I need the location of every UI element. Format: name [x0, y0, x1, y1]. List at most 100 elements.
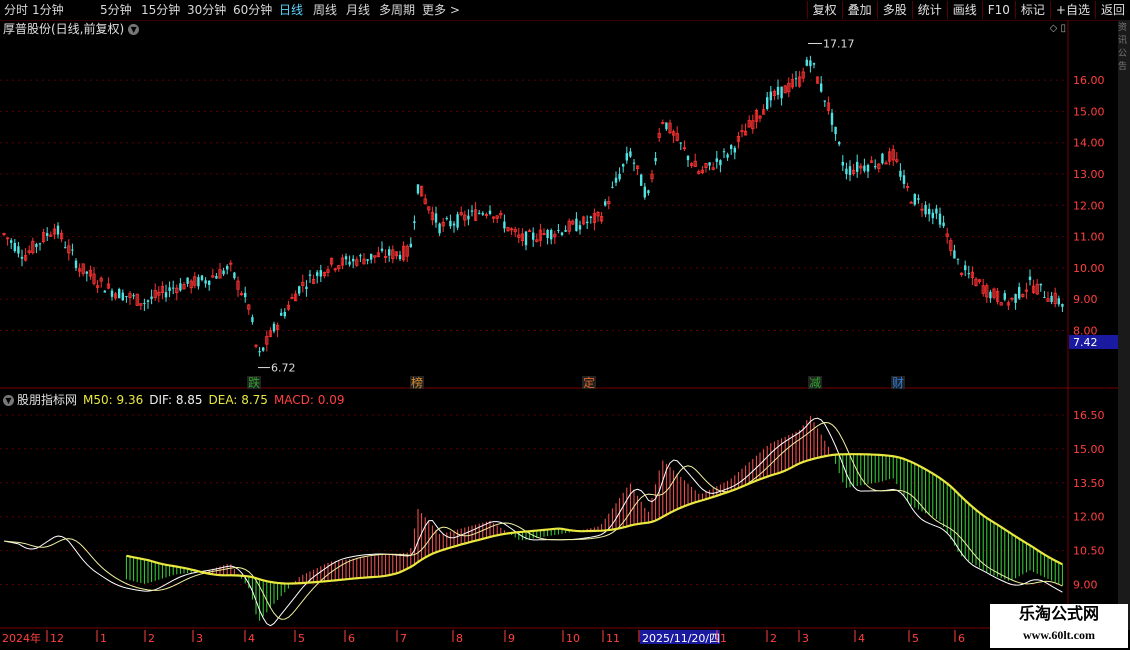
price-axis-label: 10.00 — [1073, 262, 1105, 275]
candle-body — [964, 265, 967, 271]
price-axis-label: 14.00 — [1073, 137, 1105, 150]
event-marker-0: 跌 — [248, 375, 260, 390]
candle-body — [316, 272, 319, 276]
candle-body — [359, 255, 362, 257]
candle-body — [125, 295, 128, 297]
candle-body — [665, 122, 668, 130]
candle-body — [564, 230, 567, 232]
candle-body — [85, 271, 88, 274]
candle-body — [478, 212, 481, 214]
candle-body — [244, 292, 247, 298]
candle-body — [614, 177, 618, 183]
date-tick-label: 11 — [606, 632, 620, 645]
candle-body — [820, 83, 823, 92]
date-tick-label: 7 — [400, 632, 407, 645]
candle-body — [64, 247, 67, 249]
date-tick-label: 1 — [100, 632, 107, 645]
candle-body — [967, 273, 970, 275]
year-label: 2024年 — [2, 631, 41, 645]
candle-body — [215, 276, 218, 279]
candle-body — [917, 198, 920, 200]
date-tick-label: 1 — [720, 632, 727, 645]
candle-body — [643, 186, 646, 198]
candle-body — [226, 266, 229, 270]
candle-body — [856, 161, 859, 172]
date-tick-label: 4 — [858, 632, 865, 645]
candle-body — [467, 215, 470, 220]
date-tick-label: 2 — [148, 632, 155, 645]
candle-body — [233, 272, 236, 279]
date-tick-label: 9 — [508, 632, 515, 645]
candle-body — [308, 274, 312, 276]
candle-body — [452, 223, 456, 226]
candle-body — [470, 210, 474, 212]
candle-body — [640, 174, 643, 186]
candle-body — [488, 210, 492, 214]
candle-body — [874, 165, 877, 168]
candle-body — [586, 221, 589, 224]
date-tick-label: 5 — [912, 632, 919, 645]
candle-body — [881, 153, 884, 164]
watermark-line2: www.60lt.com — [1023, 628, 1095, 642]
candle-body — [449, 220, 452, 227]
candle-body — [794, 78, 798, 80]
date-axis: 2024年 12 1 2 3 4 5 6 7 8 9 10 11 2025/11/20/四 1 2 3 4 5 6 — [2, 630, 965, 645]
event-marker-3: 减 — [809, 376, 821, 390]
price-axis-label: 15.00 — [1073, 105, 1105, 118]
candle-body — [481, 213, 484, 215]
candle-body — [733, 147, 736, 153]
event-marker-4: 财 — [892, 376, 904, 390]
candle-body — [924, 204, 927, 215]
candle-body — [841, 161, 844, 166]
candle-body — [1039, 283, 1042, 286]
date-tick-label: 5 — [298, 632, 305, 645]
candle-body — [1050, 295, 1053, 303]
side-info-strip[interactable]: 资讯公告 — [1118, 20, 1130, 630]
candle-body — [409, 243, 412, 248]
candle-body — [132, 295, 135, 297]
candle-body — [902, 175, 906, 184]
candle-body — [780, 86, 783, 99]
candle-body — [168, 287, 171, 292]
candle-body — [503, 221, 506, 229]
candle-body — [834, 126, 837, 135]
candle-body — [103, 290, 106, 293]
kline-chart[interactable]: 16.00 15.00 14.00 13.00 12.00 11.00 10.00 9.00 8… — [0, 0, 1130, 650]
candle-body — [830, 112, 834, 125]
candle-body — [956, 258, 960, 260]
candle-body — [186, 277, 189, 284]
indicator-axis-label: 13.50 — [1073, 477, 1105, 490]
candle-body — [557, 229, 560, 231]
event-marker-1: 榜 — [411, 375, 423, 390]
candle-body — [118, 289, 121, 299]
candle-body — [928, 208, 931, 215]
dea-value: DEA: 8.75 — [208, 393, 268, 407]
candle-body — [899, 170, 902, 177]
indicator-dropdown-icon[interactable]: ▼ — [3, 395, 14, 406]
candle-body — [708, 162, 711, 166]
candle-body — [625, 153, 628, 161]
candle-body — [550, 230, 553, 240]
indicator-axis-label: 15.00 — [1073, 443, 1105, 456]
candle-body — [686, 155, 690, 161]
candle-body — [222, 270, 225, 275]
high-price-label: 17.17 — [823, 37, 855, 50]
candle-body — [942, 222, 945, 227]
price-axis-label: 9.00 — [1073, 293, 1098, 306]
date-tick-label: 10 — [566, 632, 580, 645]
candle-body — [74, 260, 78, 269]
candle-body — [434, 213, 438, 223]
candle-body — [866, 164, 870, 172]
candle-body — [1028, 276, 1032, 281]
candle-body — [413, 221, 416, 223]
candle-body — [380, 248, 384, 251]
candle-body — [272, 323, 276, 332]
candle-body — [722, 151, 726, 153]
candle-body — [578, 225, 582, 230]
candle-body — [953, 250, 956, 259]
price-axis-label: 12.00 — [1073, 199, 1105, 212]
date-tick-label: 2 — [770, 632, 777, 645]
date-tick-label: 6 — [348, 632, 355, 645]
candle-body — [812, 63, 816, 65]
candle-body — [1018, 287, 1021, 299]
